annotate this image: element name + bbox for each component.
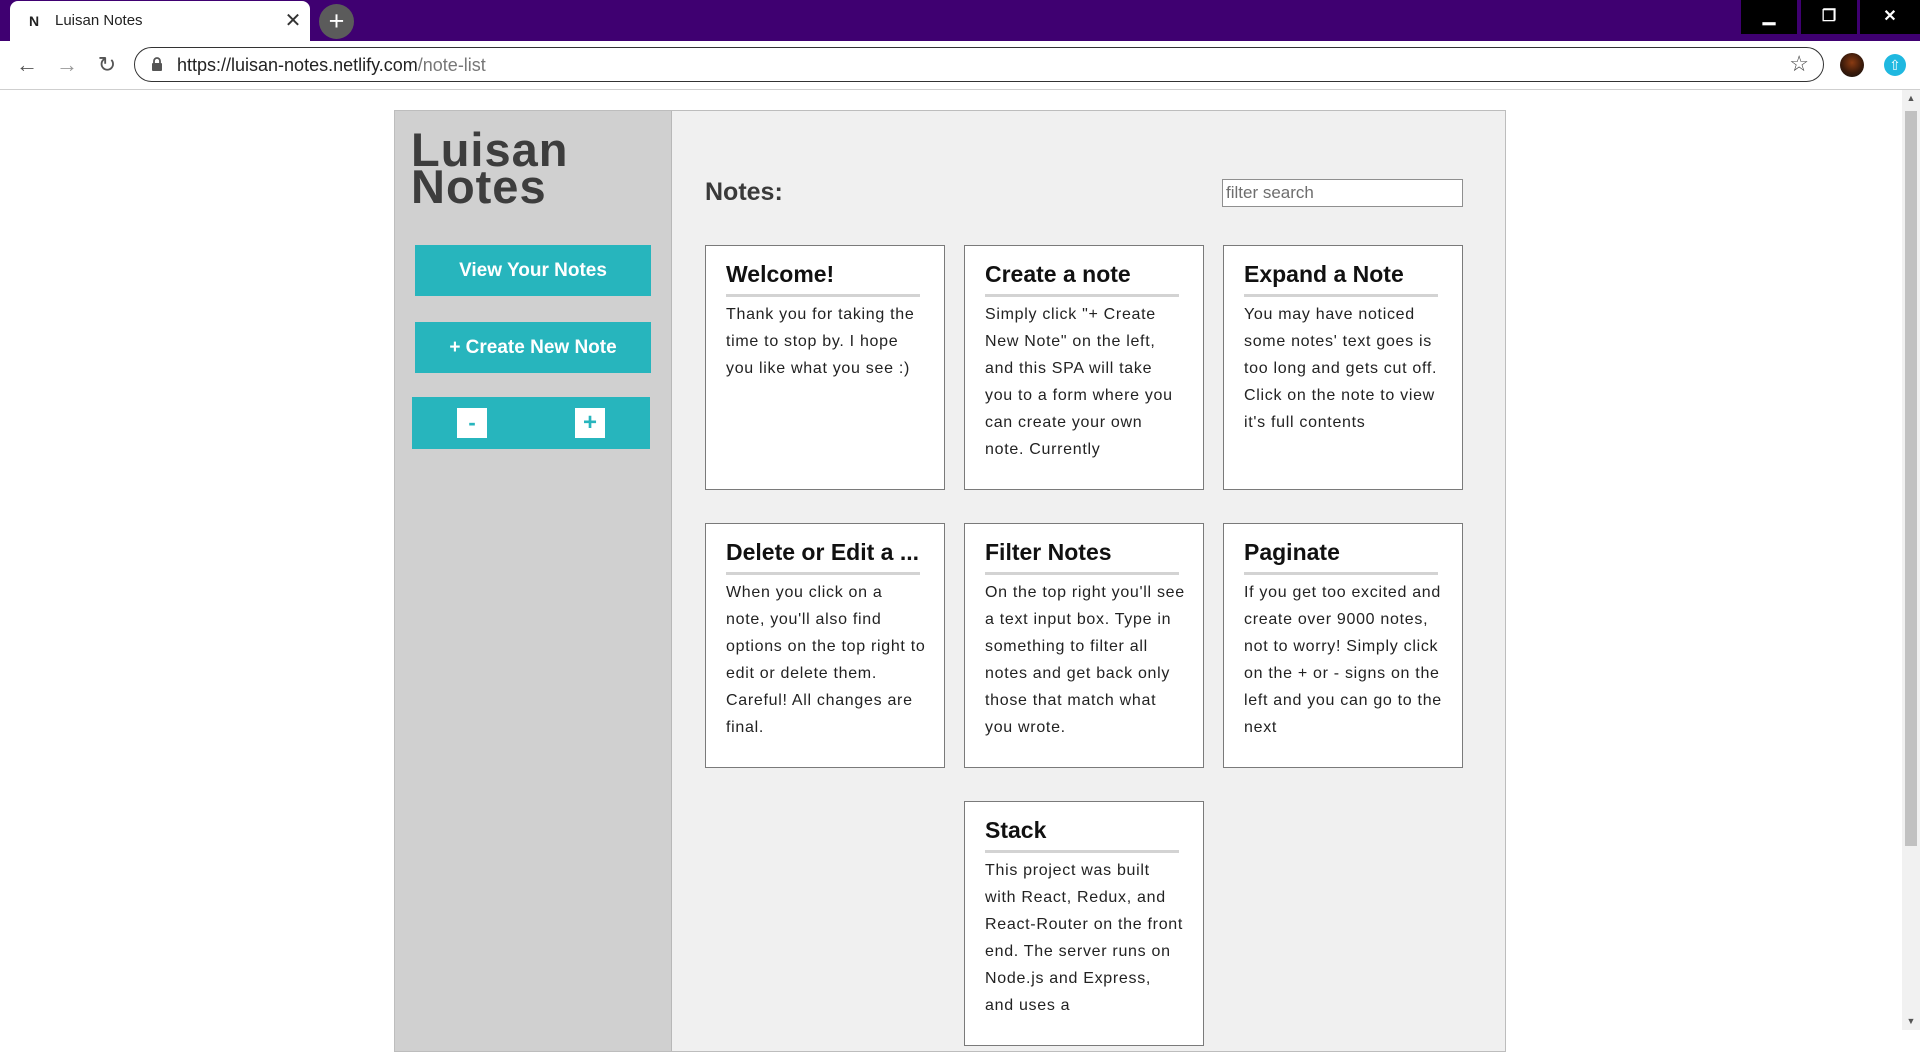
note-body: You may have noticed some notes' text go… xyxy=(1244,306,1438,431)
note-body: Simply click "+ Create New Note" on the … xyxy=(985,306,1173,458)
note-title: Welcome! xyxy=(726,258,920,297)
pagination-controls: - + xyxy=(412,397,650,449)
favicon-icon: N xyxy=(29,13,40,29)
note-title: Create a note xyxy=(985,258,1179,297)
browser-toolbar: ← → ↻ https://luisan-notes.netlify.com/n… xyxy=(0,41,1920,90)
note-body: Thank you for taking the time to stop by… xyxy=(726,306,915,377)
note-body: On the top right you'll see a text input… xyxy=(985,584,1185,736)
note-title: Expand a Note xyxy=(1244,258,1438,297)
note-title: Paginate xyxy=(1244,536,1438,575)
forward-arrow-icon[interactable]: → xyxy=(52,50,82,80)
scroll-thumb[interactable] xyxy=(1905,111,1917,846)
note-card[interactable]: Paginate If you get too excited and crea… xyxy=(1223,523,1463,768)
note-body: This project was built with React, Redux… xyxy=(985,862,1184,1014)
note-card[interactable]: Filter Notes On the top right you'll see… xyxy=(964,523,1204,768)
window-maximize-button[interactable]: ❐ xyxy=(1801,0,1857,34)
notes-content: Notes: Welcome! Thank you for taking the… xyxy=(671,111,1505,1051)
note-card[interactable]: Welcome! Thank you for taking the time t… xyxy=(705,245,945,490)
address-bar[interactable]: https://luisan-notes.netlify.com/note-li… xyxy=(134,47,1824,82)
extension-icon[interactable]: ⇧ xyxy=(1884,54,1906,76)
browser-tab[interactable]: N Luisan Notes ✕ xyxy=(10,1,310,41)
note-card[interactable]: Create a note Simply click "+ Create New… xyxy=(964,245,1204,490)
scroll-down-icon[interactable]: ▼ xyxy=(1902,1013,1920,1030)
note-card[interactable]: Stack This project was built with React,… xyxy=(964,801,1204,1046)
star-icon[interactable]: ☆ xyxy=(1789,52,1809,76)
note-body: If you get too excited and create over 9… xyxy=(1244,584,1442,736)
profile-avatar[interactable] xyxy=(1840,53,1864,77)
scroll-up-icon[interactable]: ▲ xyxy=(1902,90,1920,107)
next-page-button[interactable]: + xyxy=(575,408,605,438)
new-tab-button[interactable]: + xyxy=(319,4,354,39)
prev-page-button[interactable]: - xyxy=(457,408,487,438)
note-card[interactable]: Delete or Edit a ... When you click on a… xyxy=(705,523,945,768)
app-container: Luisan Notes View Your Notes + Create Ne… xyxy=(394,110,1506,1052)
note-body: When you click on a note, you'll also fi… xyxy=(726,584,926,736)
tab-close-icon[interactable]: ✕ xyxy=(282,10,304,32)
window-minimize-button[interactable]: ▁ xyxy=(1741,0,1797,34)
note-card[interactable]: Expand a Note You may have noticed some … xyxy=(1223,245,1463,490)
note-title: Filter Notes xyxy=(985,536,1179,575)
url-host: https://luisan-notes.netlify.com xyxy=(177,55,418,75)
url-text: https://luisan-notes.netlify.com/note-li… xyxy=(177,55,486,75)
url-path: /note-list xyxy=(417,55,486,75)
filter-search-input[interactable] xyxy=(1222,179,1463,207)
tab-title: Luisan Notes xyxy=(55,12,143,29)
page-scrollbar[interactable]: ▲ ▼ xyxy=(1902,90,1920,1030)
brand-logo: Luisan Notes xyxy=(411,123,569,213)
page-title: Notes: xyxy=(705,178,783,206)
note-title: Delete or Edit a ... xyxy=(726,536,920,575)
create-note-button[interactable]: + Create New Note xyxy=(415,322,651,373)
window-close-button[interactable]: ✕ xyxy=(1860,0,1920,34)
reload-icon[interactable]: ↻ xyxy=(92,50,122,80)
back-arrow-icon[interactable]: ← xyxy=(12,50,42,80)
lock-icon xyxy=(152,57,162,71)
note-title: Stack xyxy=(985,814,1179,853)
sidebar: Luisan Notes View Your Notes + Create Ne… xyxy=(395,111,672,1051)
view-notes-button[interactable]: View Your Notes xyxy=(415,245,651,296)
browser-titlebar: N Luisan Notes ✕ + ▁ ❐ ✕ xyxy=(0,0,1920,41)
